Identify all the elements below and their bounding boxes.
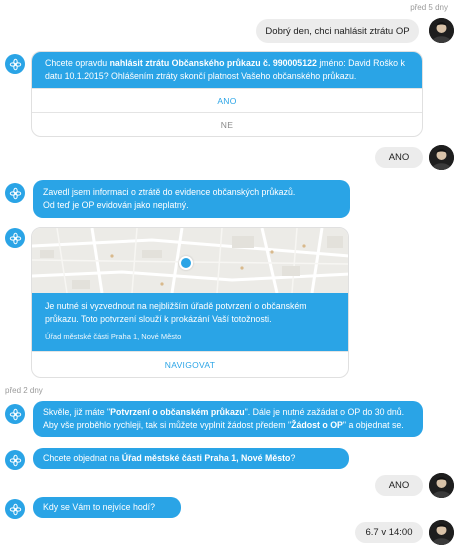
navigate-button[interactable]: NAVIGOVAT [32, 351, 348, 377]
user-message-text: ANO [388, 480, 410, 491]
chatbot-avatar-icon [5, 499, 25, 519]
bot-message-bubble: Kdy se Vám to nejvíce hodí? [33, 497, 181, 518]
text-bold: Potvrzení o občanském průkazu [110, 407, 245, 417]
text-bold: nahlásit ztrátu Občanského průkazu č. 99… [109, 58, 317, 68]
user-message-bubble: ANO [375, 475, 423, 496]
office-map-card: Je nutné si vyzvednout na nejbližším úřa… [31, 227, 349, 378]
user-message-bubble: ANO [375, 147, 423, 168]
office-info-text: Je nutné si vyzvednout na nejbližším úřa… [45, 301, 307, 324]
office-name: Úřad městské části Praha 1, Nové Město [45, 332, 182, 341]
bot-message-bubble: Chcete objednat na Úřad městské části Pr… [33, 448, 349, 469]
user-message-text: 6.7 v 14:00 [365, 527, 413, 538]
confirm-loss-text: Chcete opravdu nahlásit ztrátu Občanskéh… [32, 52, 422, 88]
text-part: Chcete objednat na [43, 453, 122, 463]
chatbot-avatar-icon [5, 404, 25, 424]
message-timestamp: před 5 dny [410, 3, 448, 12]
chatbot-avatar-icon [5, 183, 25, 203]
user-avatar [429, 473, 454, 498]
bot-message-bubble: Skvěle, již máte "Potvrzení o občanském … [33, 401, 423, 437]
bot-message-bubble: Zavedl jsem informaci o ztrátě do eviden… [33, 180, 350, 218]
confirm-loss-card: Chcete opravdu nahlásit ztrátu Občanskéh… [31, 51, 423, 137]
user-message-text: Dobrý den, chci nahlásit ztrátu OP [265, 25, 410, 37]
text-part: ? [290, 453, 296, 463]
user-message-bubble: 6.7 v 14:00 [355, 522, 423, 543]
user-message-bubble: Dobrý den, chci nahlásit ztrátu OP [256, 19, 419, 43]
user-avatar [429, 145, 454, 170]
no-button[interactable]: NE [32, 112, 422, 136]
text-bold: Úřad městské části Praha 1, Nové Město [121, 453, 291, 463]
map-pin-icon [179, 256, 193, 270]
bot-message-line: Od teď je OP evidován jako neplatný. [43, 200, 189, 210]
chatbot-avatar-icon [5, 450, 25, 470]
user-avatar [429, 18, 454, 43]
day-divider-timestamp: před 2 dny [5, 386, 43, 395]
text-part: Skvěle, již máte " [43, 407, 111, 417]
chatbot-avatar-icon [5, 54, 25, 74]
user-avatar [429, 520, 454, 545]
chatbot-avatar-icon [5, 228, 25, 248]
text-part: Chcete opravdu [45, 58, 110, 68]
text-part: " a objednat se. [342, 420, 404, 430]
text-bold: Žádost o OP [291, 420, 343, 430]
office-info: Je nutné si vyzvednout na nejbližším úřa… [32, 293, 348, 351]
yes-button[interactable]: ANO [32, 88, 422, 112]
office-map[interactable] [32, 228, 348, 293]
user-message-text: ANO [388, 152, 410, 163]
bot-message-line: Zavedl jsem informaci o ztrátě do eviden… [43, 187, 296, 197]
